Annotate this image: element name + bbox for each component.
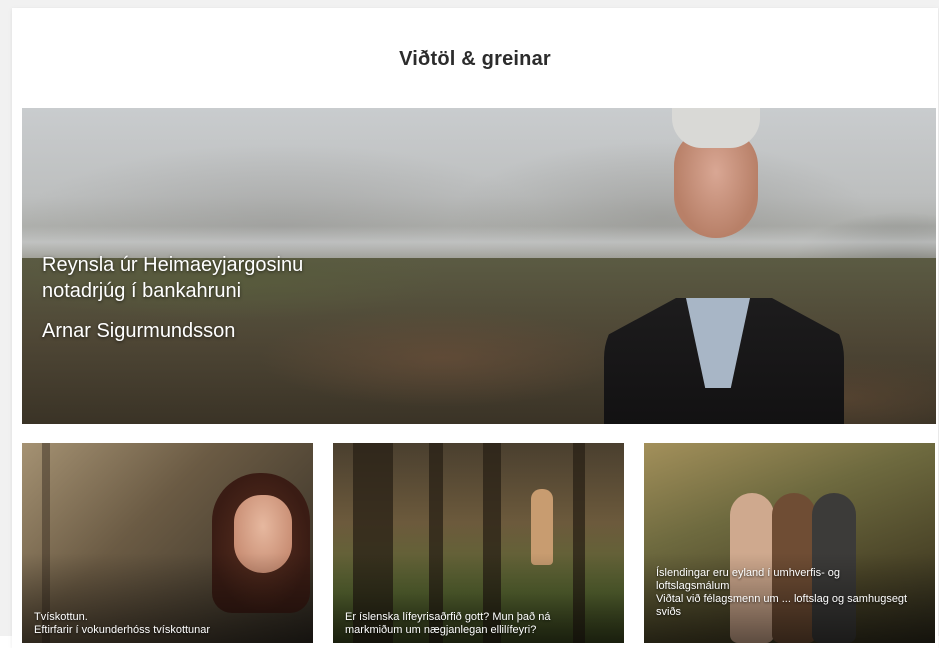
article-card-1[interactable]: Tvískottun. Eftirfarir í vokunderhóss tv…	[22, 443, 313, 643]
article-2-caption: Er íslenska lífeyrisaðrfið gott? Mun það…	[345, 611, 605, 637]
hero-caption: Reynsla úr Heimaeyjargosinu notadrjúg í …	[42, 252, 322, 344]
article-card-2[interactable]: Er íslenska lífeyrisaðrfið gott? Mun það…	[333, 443, 624, 643]
article-card-3[interactable]: Íslendingar eru eyland í umhverfis- og l…	[644, 443, 935, 643]
hero-person-hair	[672, 108, 760, 148]
page-background: Viðtöl & greinar Reynsla úr Heimaeyjargo…	[0, 0, 939, 648]
featured-article[interactable]: Reynsla úr Heimaeyjargosinu notadrjúg í …	[22, 108, 936, 424]
article-1-caption: Tvískottun. Eftirfarir í vokunderhóss tv…	[34, 611, 294, 637]
section-title: Viðtöl & greinar	[399, 48, 551, 70]
article-3-subtitle: Viðtal við félagsmenn um ... loftslag og…	[656, 593, 908, 618]
article-3-title: Íslendingar eru eyland í umhverfis- og l…	[656, 567, 841, 592]
article-3-caption: Íslendingar eru eyland í umhverfis- og l…	[656, 567, 916, 619]
article-2-title: Er íslenska lífeyrisaðrfið gott? Mun það…	[345, 611, 551, 636]
hero-byline: Arnar Sigurmundsson	[42, 320, 236, 342]
hero-headline: Reynsla úr Heimaeyjargosinu notadrjúg í …	[42, 254, 304, 302]
article-1-title: Tvískottun.	[34, 611, 88, 623]
article-1-subtitle: Eftirfarir í vokunderhóss tvískottunar	[34, 624, 211, 636]
